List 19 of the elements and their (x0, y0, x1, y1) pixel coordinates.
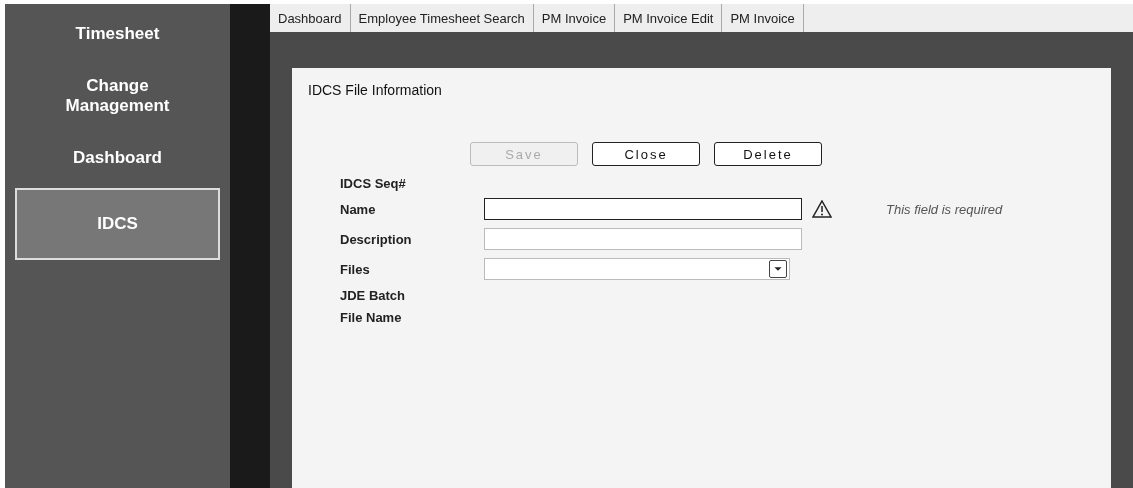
text-field[interactable] (484, 228, 802, 250)
sidebar-item[interactable]: IDCS (15, 188, 220, 260)
sidebar-item[interactable]: Timesheet (5, 8, 230, 60)
panel-title: IDCS File Information (308, 82, 443, 98)
caret-icon[interactable] (769, 260, 787, 278)
field-label: Name (340, 201, 377, 217)
field-label: Description (340, 231, 413, 247)
field-label: JDE Batch (340, 287, 407, 303)
field-label: File Name (340, 309, 403, 325)
error-message: This field is required (886, 201, 1003, 217)
sidebar-item[interactable]: Change Management (5, 60, 230, 132)
sidebar-item[interactable]: Dashboard (5, 132, 230, 184)
warning-icon (812, 200, 832, 218)
field-label: Files (340, 261, 371, 277)
text-field[interactable] (484, 198, 802, 220)
form-button[interactable]: Delete (714, 142, 822, 166)
dropdown-field[interactable] (484, 258, 790, 280)
field-label: IDCS Seq# (340, 175, 407, 191)
form-button[interactable]: Close (592, 142, 700, 166)
